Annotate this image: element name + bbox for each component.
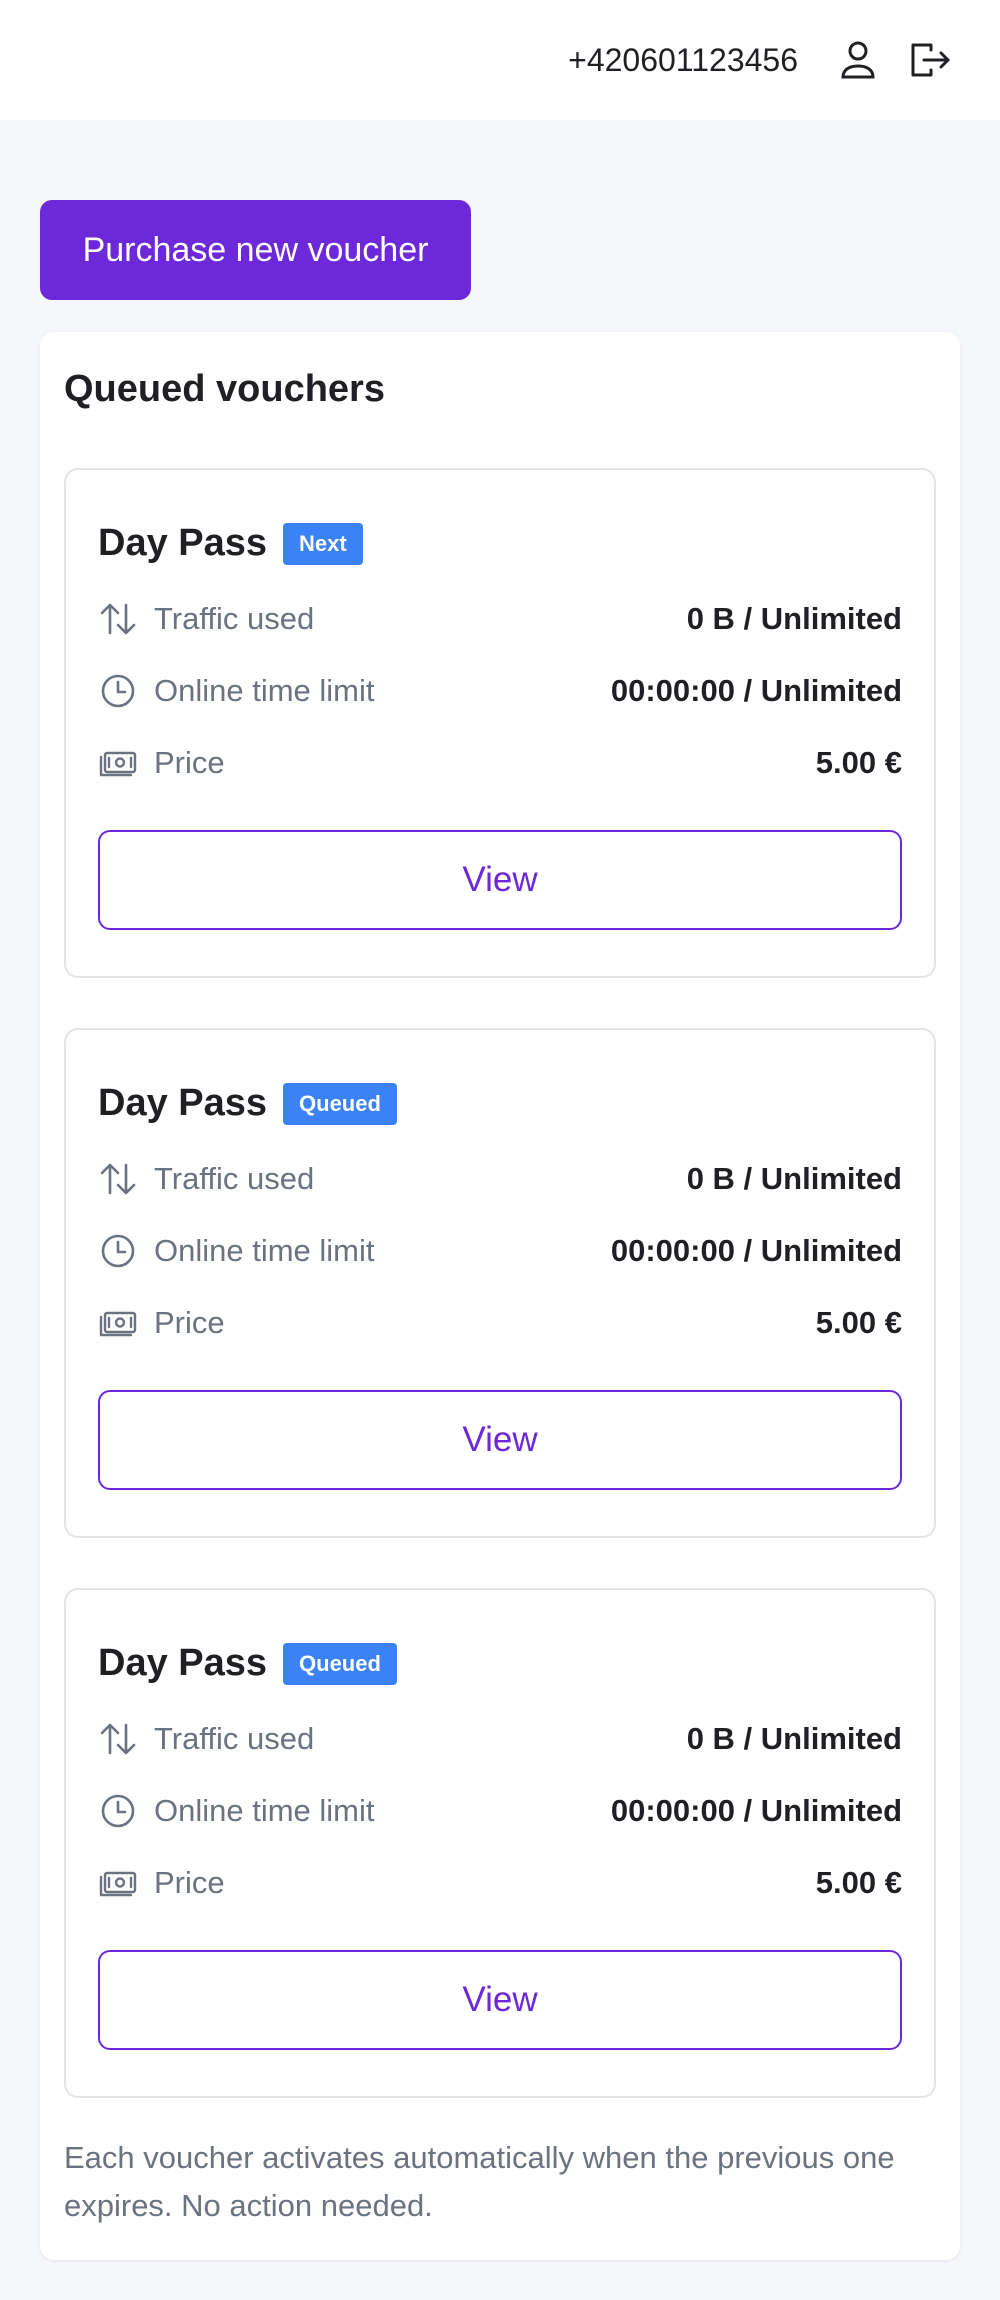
- view-button[interactable]: View: [98, 1950, 902, 2050]
- online-time-row: Online time limit 00:00:00 / Unlimited: [98, 1226, 902, 1276]
- clock-icon: [98, 1231, 138, 1271]
- price-row: Price 5.00 €: [98, 738, 902, 788]
- online-time-value: 00:00:00 / Unlimited: [610, 673, 902, 708]
- price-label: Price: [154, 1305, 225, 1340]
- queued-vouchers-panel: Queued vouchers Day Pass Next Traffic us…: [40, 332, 960, 2260]
- status-badge: Queued: [283, 1082, 397, 1125]
- price-value: 5.00 €: [815, 745, 902, 780]
- status-badge: Next: [283, 522, 363, 565]
- arrows-up-down-icon: [98, 599, 138, 639]
- banknote-icon: [98, 1303, 138, 1343]
- traffic-label: Traffic used: [154, 1721, 315, 1756]
- traffic-label: Traffic used: [154, 1161, 315, 1196]
- online-time-label: Online time limit: [154, 1793, 375, 1828]
- voucher-card-header: Day Pass Queued: [98, 1642, 397, 1685]
- online-time-row: Online time limit 00:00:00 / Unlimited: [98, 1786, 902, 1836]
- voucher-card-header: Day Pass Next: [98, 522, 363, 565]
- online-time-label: Online time limit: [154, 1233, 375, 1268]
- queue-footnote: Each voucher activates automatically whe…: [64, 2140, 895, 2223]
- arrows-up-down-icon: [98, 1719, 138, 1759]
- status-badge: Queued: [283, 1642, 397, 1685]
- user-icon[interactable]: [836, 38, 880, 82]
- purchase-new-voucher-button[interactable]: Purchase new voucher: [40, 200, 471, 300]
- online-time-row: Online time limit 00:00:00 / Unlimited: [98, 666, 902, 716]
- price-label: Price: [154, 745, 225, 780]
- price-row: Price 5.00 €: [98, 1858, 902, 1908]
- traffic-value: 0 B / Unlimited: [686, 1721, 902, 1756]
- price-label: Price: [154, 1865, 225, 1900]
- clock-icon: [98, 671, 138, 711]
- price-row: Price 5.00 €: [98, 1298, 902, 1348]
- online-time-label: Online time limit: [154, 673, 375, 708]
- voucher-card: Day Pass Queued Traffic used 0 B / Unlim…: [64, 1028, 936, 1538]
- view-button[interactable]: View: [98, 830, 902, 930]
- voucher-card-header: Day Pass Queued: [98, 1082, 397, 1125]
- traffic-row: Traffic used 0 B / Unlimited: [98, 1154, 902, 1204]
- view-button[interactable]: View: [98, 1390, 902, 1490]
- arrows-up-down-icon: [98, 1159, 138, 1199]
- account-phone-number: +420601123456: [568, 41, 798, 78]
- panel-title: Queued vouchers: [64, 368, 385, 410]
- voucher-title: Day Pass: [98, 1082, 268, 1124]
- online-time-value: 00:00:00 / Unlimited: [610, 1233, 902, 1268]
- price-value: 5.00 €: [815, 1305, 902, 1340]
- online-time-value: 00:00:00 / Unlimited: [610, 1793, 902, 1828]
- banknote-icon: [98, 743, 138, 783]
- traffic-row: Traffic used 0 B / Unlimited: [98, 1714, 902, 1764]
- top-bar: +420601123456: [0, 0, 1000, 120]
- traffic-value: 0 B / Unlimited: [686, 1161, 902, 1196]
- traffic-value: 0 B / Unlimited: [686, 601, 902, 636]
- price-value: 5.00 €: [815, 1865, 902, 1900]
- traffic-row: Traffic used 0 B / Unlimited: [98, 594, 902, 644]
- banknote-icon: [98, 1863, 138, 1903]
- logout-icon[interactable]: [908, 38, 952, 82]
- traffic-label: Traffic used: [154, 601, 315, 636]
- voucher-card: Day Pass Next Traffic used 0 B / Unlimit…: [64, 468, 936, 978]
- voucher-card: Day Pass Queued Traffic used 0 B / Unlim…: [64, 1588, 936, 2098]
- voucher-title: Day Pass: [98, 522, 268, 564]
- clock-icon: [98, 1791, 138, 1831]
- voucher-title: Day Pass: [98, 1642, 268, 1684]
